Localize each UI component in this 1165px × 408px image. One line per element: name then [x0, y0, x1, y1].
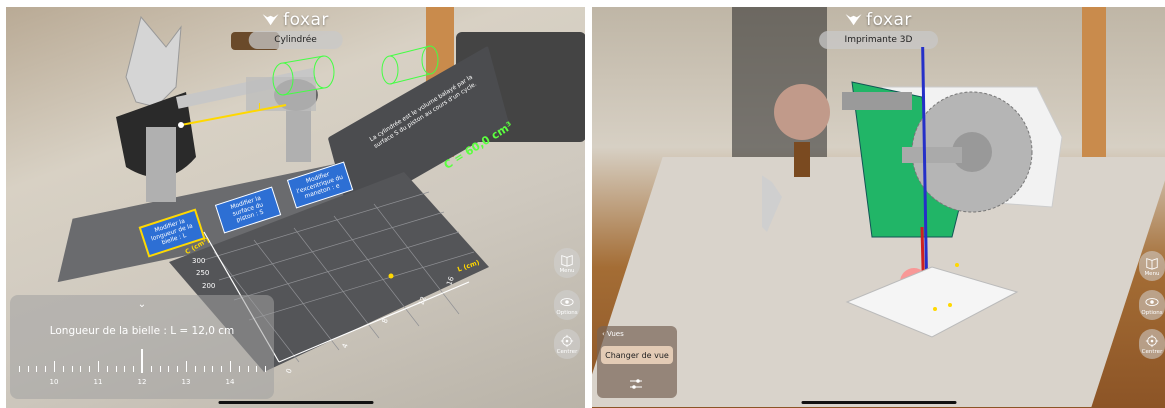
ruler-tick: [27, 366, 29, 372]
ruler-label: 13: [181, 378, 191, 386]
ruler-tick: [159, 366, 161, 372]
ruler-tick: [177, 366, 179, 372]
menu-label: Menu: [559, 267, 575, 274]
ruler-tick: [89, 366, 91, 372]
ruler-tick: [221, 366, 223, 372]
home-indicator: [801, 401, 956, 404]
home-indicator: [218, 401, 373, 404]
ruler-tick: [80, 366, 82, 372]
ruler-tick: [71, 366, 73, 372]
ruler-tick: [98, 361, 99, 372]
printer-model: [762, 47, 1063, 338]
ruler-tick: [203, 366, 205, 372]
sliders-icon[interactable]: [629, 378, 643, 390]
menu-button[interactable]: Menu: [554, 248, 580, 278]
brand-name: foxar: [866, 10, 912, 30]
link-label: L: [258, 102, 264, 113]
ruler-label: 10: [49, 378, 59, 386]
center-label: Centrer: [1141, 348, 1163, 355]
ar-screen-cylindree: foxar Cylindrée L La cylindrée est le vo…: [6, 7, 585, 408]
parameter-panel: ⌄ Longueur de la bielle : L = 12,0 cm 10…: [10, 295, 274, 399]
views-header-label: Vues: [607, 330, 624, 338]
menu-button[interactable]: Menu: [1139, 251, 1165, 281]
options-label: Options: [1141, 309, 1163, 316]
ruler-tick: [45, 366, 47, 372]
center-button[interactable]: Centrer: [1139, 329, 1165, 359]
book-icon: [1146, 257, 1158, 270]
ruler-tick: [168, 366, 170, 372]
center-button[interactable]: Centrer: [554, 329, 580, 359]
eye-icon: [1145, 297, 1159, 306]
graph-y-tick: 200: [202, 282, 216, 290]
ruler-label: 11: [93, 378, 103, 386]
brand-logo: foxar: [845, 10, 912, 30]
ruler-tick: [133, 366, 135, 372]
ruler-tick: [115, 366, 117, 372]
ruler-tick: [256, 366, 258, 372]
length-slider[interactable]: 10 11 12 13 14: [16, 347, 268, 387]
ruler-tick: [54, 361, 55, 372]
center-label: Centrer: [556, 348, 578, 355]
ruler-tick: [212, 366, 214, 372]
ruler-tick: [230, 361, 231, 372]
crosshair-icon: [1145, 334, 1159, 347]
book-icon: [561, 254, 573, 267]
crosshair-icon: [560, 334, 574, 347]
ruler-tick: [247, 366, 249, 372]
graph-y-tick: 250: [196, 269, 210, 277]
fox-icon: [845, 13, 862, 25]
options-button[interactable]: Options: [1139, 290, 1165, 320]
ar-screen-printer: foxar Imprimante 3D Menu Options Centrer…: [592, 7, 1165, 408]
graph-y-tick: 300: [192, 257, 206, 265]
eye-icon: [560, 297, 574, 306]
parameter-label: Longueur de la bielle : L = 12,0 cm: [49, 325, 235, 337]
options-label: Options: [556, 309, 578, 316]
ruler-tick: [150, 366, 152, 372]
ruler-tick: [36, 366, 38, 372]
ruler-tick: [18, 366, 20, 372]
ruler-tick: [265, 366, 267, 372]
chevron-down-icon[interactable]: ⌄: [138, 299, 146, 310]
ruler-label: 14: [225, 378, 235, 386]
ruler-tick: [62, 366, 64, 372]
change-view-button[interactable]: Changer de vue: [601, 346, 673, 364]
ruler-tick: [238, 366, 240, 372]
ruler-tick: [186, 361, 187, 372]
slider-cursor[interactable]: [141, 349, 143, 373]
views-back-link[interactable]: ‹ Vues: [602, 330, 624, 338]
views-panel: ‹ Vues Changer de vue: [597, 326, 677, 398]
menu-label: Menu: [1144, 270, 1160, 277]
options-button[interactable]: Options: [554, 290, 580, 320]
ruler-tick: [106, 366, 108, 372]
ruler-tick: [194, 366, 196, 372]
ruler-label: 12: [137, 378, 147, 386]
ruler-tick: [124, 366, 126, 372]
